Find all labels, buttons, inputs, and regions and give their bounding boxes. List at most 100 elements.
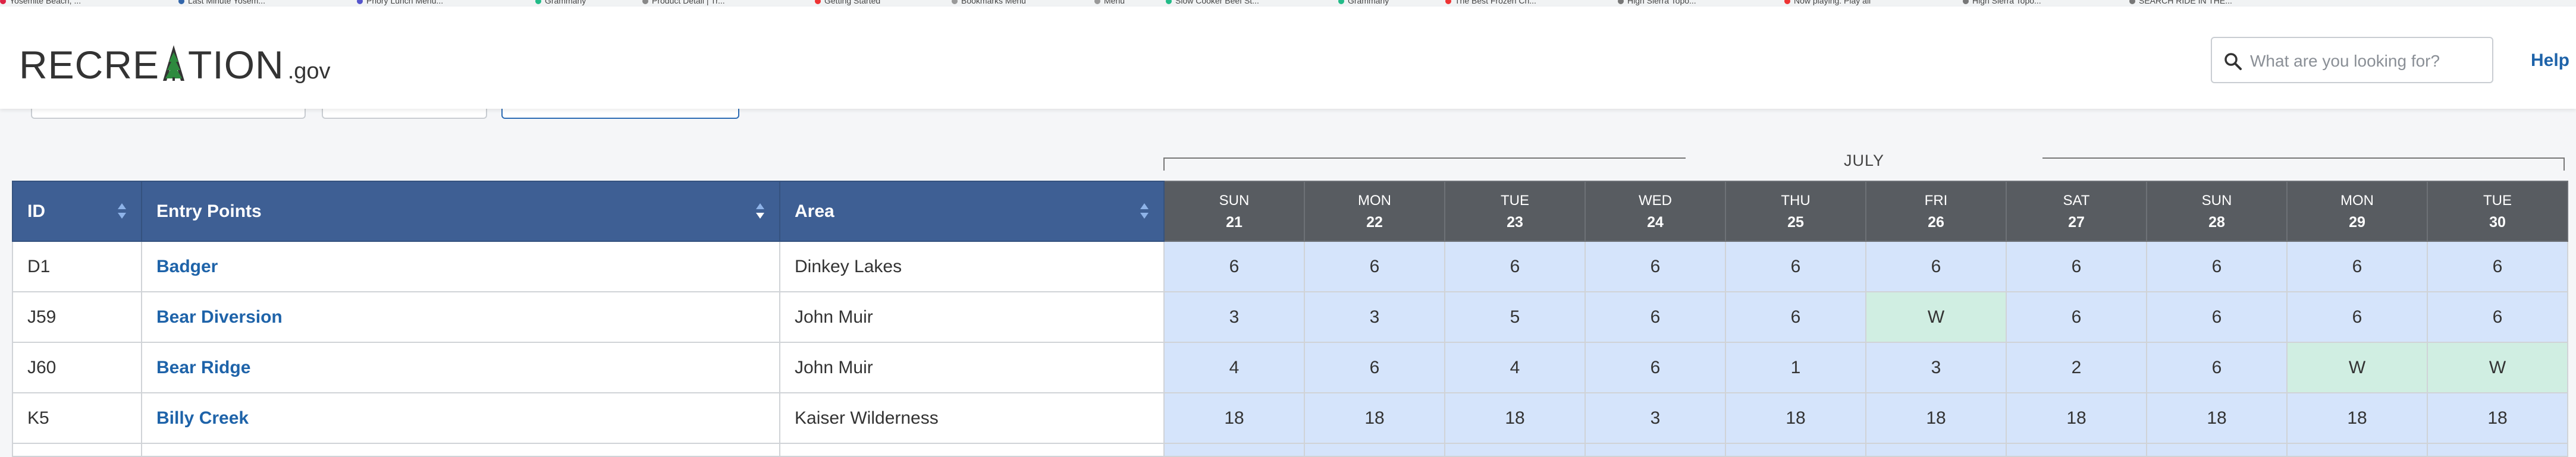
availability-cell[interactable]: 18 bbox=[2427, 392, 2568, 444]
entry-id bbox=[12, 443, 142, 457]
availability-cell[interactable] bbox=[1163, 443, 1305, 457]
availability-cell[interactable] bbox=[2146, 443, 2288, 457]
availability-cell[interactable]: 3 bbox=[1304, 291, 1445, 343]
bookmark-item[interactable]: Getting Started bbox=[815, 0, 880, 5]
availability-cell[interactable]: 18 bbox=[2146, 392, 2288, 444]
sort-icon[interactable] bbox=[117, 202, 127, 220]
recreation-gov-logo[interactable]: RECRE TION .gov bbox=[19, 41, 331, 89]
availability-cell[interactable]: 6 bbox=[2006, 241, 2147, 292]
availability-cell[interactable] bbox=[1725, 443, 1866, 457]
bookmark-item[interactable]: SEARCH RIDE IN THE... bbox=[2129, 0, 2232, 5]
availability-cell[interactable]: 18 bbox=[1163, 392, 1305, 444]
availability-cell[interactable]: 3 bbox=[1163, 291, 1305, 343]
bookmark-item[interactable]: Now playing: Play all bbox=[1784, 0, 1871, 5]
availability-cell[interactable]: 6 bbox=[2286, 291, 2428, 343]
availability-cell[interactable]: 6 bbox=[1725, 241, 1866, 292]
availability-cell[interactable]: 6 bbox=[2146, 291, 2288, 343]
availability-cell[interactable]: 18 bbox=[2286, 392, 2428, 444]
availability-cell[interactable]: 6 bbox=[1304, 241, 1445, 292]
availability-cell[interactable]: 6 bbox=[1444, 241, 1586, 292]
availability-cell[interactable] bbox=[1444, 443, 1586, 457]
bookmark-item[interactable]: Last Minute Yosem... bbox=[178, 0, 265, 5]
search-input[interactable] bbox=[2249, 45, 2483, 77]
availability-cell[interactable] bbox=[1865, 443, 2007, 457]
day-header: THU 25 bbox=[1725, 181, 1866, 242]
bookmark-item[interactable]: The Best Frozen Ch... bbox=[1445, 0, 1536, 5]
bookmark-item[interactable]: High Sierra Topo... bbox=[1963, 0, 2041, 5]
bookmark-label: High Sierra Topo... bbox=[1627, 0, 1696, 5]
area-cell: Kaiser Wilderness bbox=[779, 392, 1165, 444]
table-header-row: ID Entry Points Area SUN 21 MON 22 TUE 2… bbox=[12, 181, 2568, 242]
availability-cell[interactable]: 18 bbox=[1865, 392, 2007, 444]
availability-cell[interactable]: 6 bbox=[2146, 342, 2288, 393]
bookmark-label: The Best Frozen Ch... bbox=[1455, 0, 1536, 5]
bookmark-label: Last Minute Yosem... bbox=[188, 0, 265, 5]
day-header: WED 24 bbox=[1584, 181, 1726, 242]
availability-cell[interactable]: 18 bbox=[1304, 392, 1445, 444]
entry-point-link[interactable]: Bear Ridge bbox=[156, 358, 250, 377]
availability-cell[interactable]: 6 bbox=[2006, 291, 2147, 343]
day-date: 26 bbox=[1928, 213, 1944, 231]
bookmark-item[interactable]: Grammarly bbox=[1338, 0, 1389, 5]
walkup-cell[interactable]: W bbox=[2427, 342, 2568, 393]
availability-cell[interactable] bbox=[2006, 443, 2147, 457]
availability-cell[interactable] bbox=[2286, 443, 2428, 457]
column-header-entry-points[interactable]: Entry Points bbox=[141, 181, 780, 242]
logo-text-left: RECRE bbox=[19, 43, 160, 87]
availability-cell[interactable]: 6 bbox=[1865, 241, 2007, 292]
availability-cell[interactable] bbox=[1584, 443, 1726, 457]
day-header: TUE 23 bbox=[1444, 181, 1586, 242]
bookmark-item[interactable]: High Sierra Topo... bbox=[1618, 0, 1696, 5]
availability-cell[interactable]: 6 bbox=[2427, 291, 2568, 343]
availability-cell[interactable]: 6 bbox=[2286, 241, 2428, 292]
bookmark-item[interactable]: Slow Cooker Beef St... bbox=[1166, 0, 1259, 5]
area-cell: John Muir bbox=[779, 342, 1165, 393]
column-header-id[interactable]: ID bbox=[12, 181, 142, 242]
availability-cell[interactable]: 6 bbox=[1584, 342, 1726, 393]
logo-suffix: .gov bbox=[287, 59, 331, 84]
availability-cell[interactable]: 2 bbox=[2006, 342, 2147, 393]
bookmark-item[interactable]: Menu bbox=[1094, 0, 1125, 5]
availability-cell[interactable]: 6 bbox=[2427, 241, 2568, 292]
day-date: 23 bbox=[1507, 213, 1523, 231]
bookmark-item[interactable]: Priory Lunch Menu... bbox=[357, 0, 443, 5]
help-link[interactable]: Help bbox=[2531, 51, 2569, 71]
availability-cell[interactable]: 6 bbox=[1725, 291, 1866, 343]
availability-cell[interactable]: 6 bbox=[1304, 342, 1445, 393]
day-header: MON 22 bbox=[1304, 181, 1445, 242]
bookmark-item[interactable]: Bookmarks Menu bbox=[952, 0, 1026, 5]
availability-cell[interactable]: 18 bbox=[1725, 392, 1866, 444]
availability-cell[interactable]: 1 bbox=[1725, 342, 1866, 393]
availability-cell[interactable]: 6 bbox=[1584, 291, 1726, 343]
sort-icon[interactable] bbox=[1140, 202, 1149, 220]
availability-cell[interactable]: 4 bbox=[1163, 342, 1305, 393]
bookmark-favicon-icon bbox=[1618, 0, 1624, 5]
bookmark-item[interactable]: Grammarly bbox=[535, 0, 586, 5]
day-date: 21 bbox=[1226, 213, 1242, 231]
day-header: SUN 28 bbox=[2146, 181, 2288, 242]
column-header-area[interactable]: Area bbox=[779, 181, 1165, 242]
bookmark-item[interactable]: Product Detail | Tr... bbox=[642, 0, 725, 5]
availability-cell[interactable]: 5 bbox=[1444, 291, 1586, 343]
availability-cell[interactable] bbox=[1304, 443, 1445, 457]
entry-point-link[interactable]: Billy Creek bbox=[156, 408, 249, 428]
availability-cell[interactable]: 3 bbox=[1584, 392, 1726, 444]
bookmark-item[interactable]: Yosemite Beach, ... bbox=[0, 0, 81, 5]
walkup-cell[interactable]: W bbox=[2286, 342, 2428, 393]
availability-cell[interactable]: 6 bbox=[1584, 241, 1726, 292]
availability-cell[interactable]: 4 bbox=[1444, 342, 1586, 393]
table-row: K5 Billy Creek Kaiser Wilderness 18 18 1… bbox=[12, 392, 2568, 444]
entry-point-link[interactable]: Bear Diversion bbox=[156, 307, 283, 327]
walkup-cell[interactable]: W bbox=[1865, 291, 2007, 343]
sort-descending-icon[interactable] bbox=[755, 202, 765, 220]
availability-cell[interactable]: 18 bbox=[1444, 392, 1586, 444]
availability-cell[interactable]: 18 bbox=[2006, 392, 2147, 444]
availability-cell[interactable]: 6 bbox=[2146, 241, 2288, 292]
entry-point-link[interactable]: Badger bbox=[156, 257, 218, 276]
availability-cell[interactable] bbox=[2427, 443, 2568, 457]
day-of-week: SUN bbox=[2201, 192, 2232, 209]
availability-cell[interactable]: 6 bbox=[1163, 241, 1305, 292]
bookmark-label: SEARCH RIDE IN THE... bbox=[2139, 0, 2232, 5]
availability-cell[interactable]: 3 bbox=[1865, 342, 2007, 393]
tree-logo-icon bbox=[163, 45, 185, 81]
